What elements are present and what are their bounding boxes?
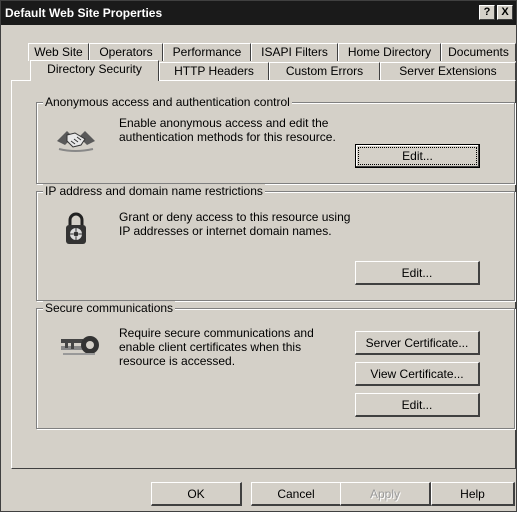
secure-desc-line3: resource is accessed. — [119, 354, 236, 368]
ip-edit-button[interactable]: Edit... — [355, 261, 480, 285]
tab-custom-errors[interactable]: Custom Errors — [269, 62, 380, 80]
anonymous-group-legend: Anonymous access and authentication cont… — [43, 95, 292, 109]
handshake-icon — [57, 131, 95, 152]
server-certificate-button[interactable]: Server Certificate... — [355, 331, 480, 355]
tab-directory-security[interactable]: Directory Security — [30, 60, 159, 81]
apply-button[interactable]: Apply — [340, 482, 431, 506]
tab-home-directory[interactable]: Home Directory — [338, 43, 441, 61]
ip-restrictions-group: IP address and domain name restrictions … — [36, 184, 515, 301]
secure-desc-line2: enable client certificates when this — [119, 340, 302, 354]
padlock-icon — [66, 212, 86, 244]
anonymous-desc-line1: Enable anonymous access and edit the — [119, 116, 329, 130]
tab-documents[interactable]: Documents — [441, 43, 516, 61]
help-title-button[interactable]: ? — [479, 5, 495, 20]
window-title: Default Web Site Properties — [5, 6, 163, 20]
anonymous-edit-button[interactable]: Edit... — [355, 144, 480, 168]
cancel-button[interactable]: Cancel — [251, 482, 342, 506]
title-bar[interactable]: Default Web Site Properties ? X — [1, 1, 516, 25]
key-icon — [61, 336, 99, 355]
ip-desc-line2: IP addresses or internet domain names. — [119, 224, 332, 238]
secure-communications-group: Secure communications Require secure com… — [36, 301, 515, 429]
ip-group-legend: IP address and domain name restrictions — [43, 184, 265, 198]
close-button[interactable]: X — [497, 5, 513, 20]
tab-panel: Anonymous access and authentication cont… — [11, 80, 516, 469]
help-button[interactable]: Help — [431, 482, 515, 506]
anonymous-desc-line2: authentication methods for this resource… — [119, 130, 336, 144]
tab-operators[interactable]: Operators — [89, 43, 163, 61]
view-certificate-button[interactable]: View Certificate... — [355, 362, 480, 386]
properties-dialog: Default Web Site Properties ? X Web Site… — [0, 0, 517, 512]
tab-http-headers[interactable]: HTTP Headers — [159, 62, 269, 80]
secure-edit-button[interactable]: Edit... — [355, 393, 480, 417]
tab-performance[interactable]: Performance — [163, 43, 251, 61]
secure-group-legend: Secure communications — [43, 301, 176, 315]
tab-isapi-filters[interactable]: ISAPI Filters — [251, 43, 338, 61]
tab-web-site[interactable]: Web Site — [28, 43, 89, 61]
ip-desc-line1: Grant or deny access to this resource us… — [119, 210, 351, 224]
tab-server-extensions[interactable]: Server Extensions — [380, 62, 516, 80]
secure-desc-line1: Require secure communications and — [119, 326, 314, 340]
ok-button[interactable]: OK — [151, 482, 242, 506]
anonymous-access-group: Anonymous access and authentication cont… — [36, 95, 515, 184]
